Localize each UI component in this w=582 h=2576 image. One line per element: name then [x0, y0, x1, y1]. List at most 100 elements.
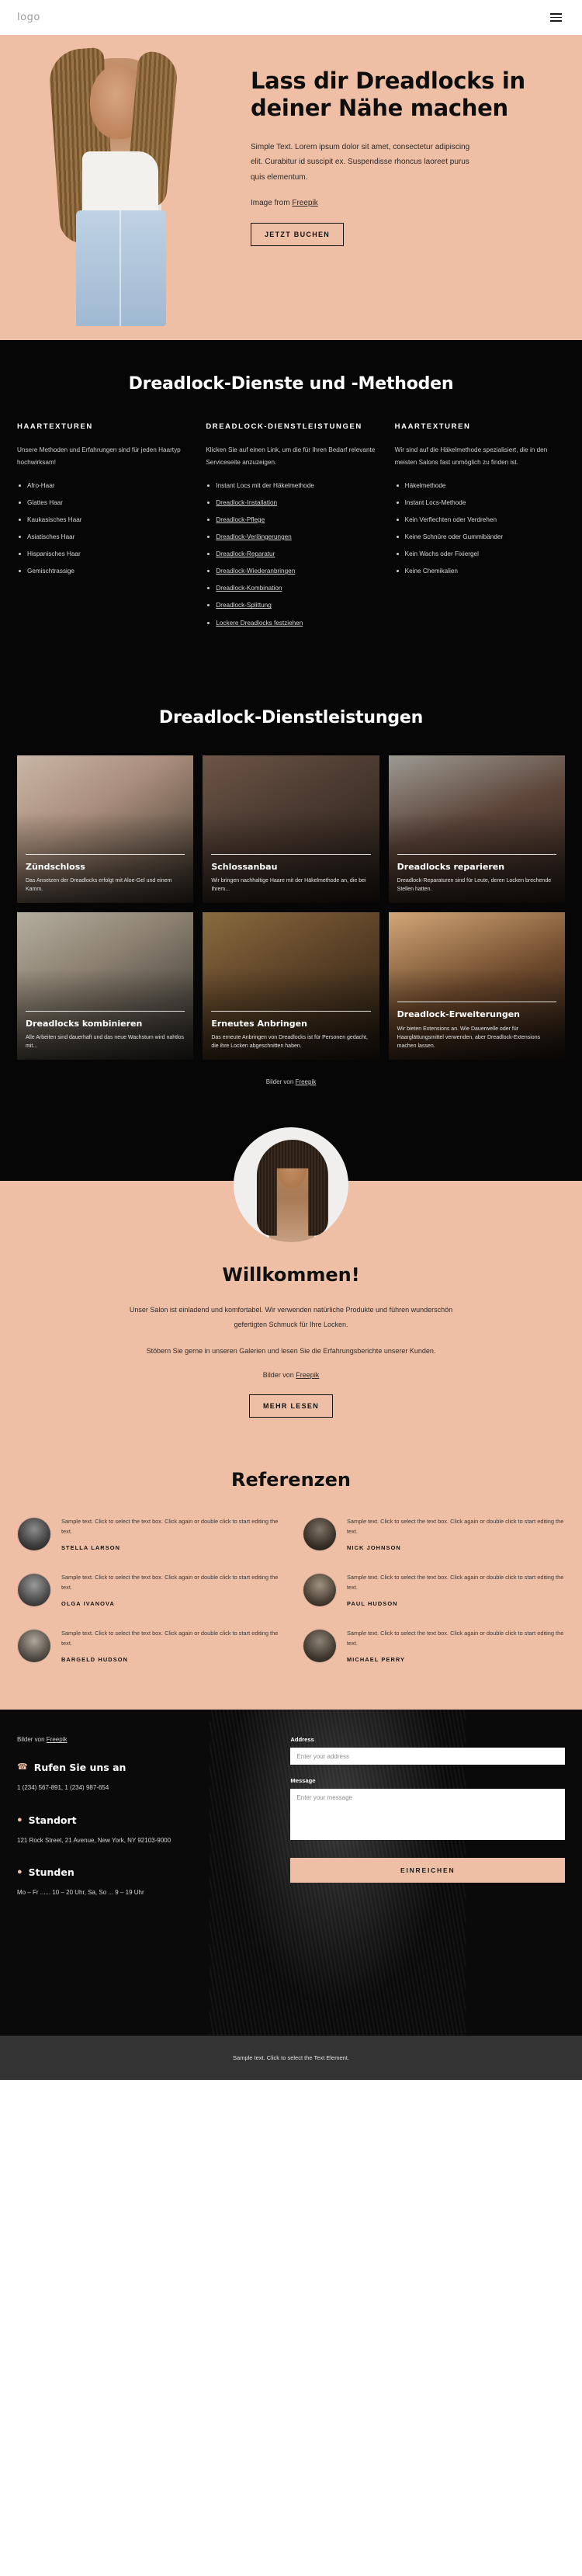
- list-item[interactable]: Dreadlock-Reparatur: [206, 549, 376, 559]
- column-heading: HAARTEXTUREN: [17, 422, 93, 431]
- card-title: Schlossanbau: [211, 861, 278, 872]
- service-link-kombination[interactable]: Dreadlock-Kombination: [216, 585, 282, 592]
- welcome-credit-link[interactable]: Freepik: [296, 1371, 319, 1379]
- methods-columns: HAARTEXTUREN Unsere Methoden und Erfahru…: [0, 422, 582, 674]
- contact-phone-header: ☎ Rufen Sie uns an: [17, 1762, 270, 1773]
- card-description: Dreadlock-Reparaturen sind für Leute, de…: [397, 878, 552, 893]
- gallery-credit-prefix: Bilder von: [265, 1078, 296, 1085]
- logo[interactable]: logo: [17, 12, 40, 23]
- submit-button[interactable]: EINREICHEN: [290, 1858, 565, 1883]
- list-item-label: Kein Wachs oder Fixiergel: [404, 550, 479, 558]
- list-item-label: Instant Locs-Methode: [404, 498, 466, 506]
- hero-book-now-button[interactable]: JETZT BUCHEN: [251, 223, 345, 247]
- contact-hours-block: ● Stunden Mo – Fr ...... 10 – 20 Uhr, Sa…: [17, 1866, 270, 1898]
- methods-column-services: DREADLOCK-DIENSTLEISTUNGEN Klicken Sie a…: [206, 422, 376, 635]
- gallery-section: Dreadlock-Dienstleistungen Zündschloss D…: [0, 673, 582, 1124]
- list-item[interactable]: Dreadlock-Pflege: [206, 515, 376, 525]
- gallery-row-1: Zündschloss Das Ansetzen der Dreadlocks …: [17, 755, 565, 903]
- card-caption: Dreadlocks reparieren Dreadlock-Reparatu…: [397, 853, 556, 894]
- hamburger-menu-icon[interactable]: [547, 10, 565, 25]
- welcome-credit: Bilder von Freepik: [17, 1371, 565, 1379]
- contact-hours-value: Mo – Fr ...... 10 – 20 Uhr, Sa, So ... 9…: [17, 1889, 144, 1897]
- card-rule: [26, 853, 185, 855]
- testimonial-quote: Sample text. Click to select the text bo…: [61, 1630, 279, 1647]
- service-link-festziehen[interactable]: Lockere Dreadlocks festziehen: [216, 620, 303, 627]
- card-description: Wir bieten Extensions an. Wie Dauerwelle…: [397, 1026, 541, 1050]
- contact-credit-prefix: Bilder von: [17, 1736, 47, 1744]
- list-item[interactable]: Dreadlock-Splittung: [206, 600, 376, 610]
- list-item: Keine Chemikalien: [395, 566, 565, 576]
- photo-shape-jeans: [75, 210, 166, 326]
- list-item-label: Gemischtrassige: [27, 568, 74, 575]
- gallery-card-schlossanbau[interactable]: Schlossanbau Wir bringen nachhaltige Haa…: [203, 755, 379, 903]
- avatar: [303, 1573, 337, 1608]
- contact-location-value: 121 Rock Street, 21 Avenue, New York, NY…: [17, 1836, 171, 1844]
- list-item-label: Instant Locs mit der Häkelmethode: [216, 481, 314, 489]
- list-item: Instant Locs mit der Häkelmethode: [206, 481, 376, 491]
- address-field-label: Address: [290, 1736, 314, 1744]
- card-caption: Dreadlocks kombinieren Alle Arbeiten sin…: [26, 1010, 185, 1051]
- testimonial-item: Sample text. Click to select the text bo…: [17, 1573, 279, 1608]
- welcome-paragraph-2: Stöbern Sie gerne in unseren Galerien un…: [146, 1347, 436, 1356]
- contact-form-column: Address Message EINREICHEN: [290, 1736, 565, 1918]
- service-link-splittung[interactable]: Dreadlock-Splittung: [216, 602, 271, 609]
- hero-image-column: [0, 35, 244, 326]
- column-list: Instant Locs mit der Häkelmethode Dreadl…: [206, 481, 376, 628]
- hero-credit-prefix: Image from: [251, 199, 293, 208]
- message-textarea[interactable]: [290, 1789, 565, 1841]
- testimonial-body: Sample text. Click to select the text bo…: [347, 1517, 565, 1551]
- avatar: [17, 1517, 51, 1552]
- column-heading: DREADLOCK-DIENSTLEISTUNGEN: [206, 422, 362, 431]
- footer-bar: Sample text. Click to select the Text El…: [0, 2036, 582, 2081]
- avatar-photo: [303, 1574, 336, 1607]
- list-item: Kaukasisches Haar: [17, 515, 187, 525]
- testimonial-quote: Sample text. Click to select the text bo…: [347, 1574, 564, 1592]
- welcome-read-more-button[interactable]: MEHR LESEN: [248, 1394, 333, 1418]
- hero-credit-link[interactable]: Freepik: [292, 199, 317, 207]
- service-link-wiederanbringen[interactable]: Dreadlock-Wiederanbringen: [216, 568, 295, 575]
- list-item[interactable]: Lockere Dreadlocks festziehen: [206, 618, 376, 628]
- contact-phone-value: 1 (234) 567-891, 1 (234) 987-654: [17, 1784, 109, 1792]
- column-paragraph: Unsere Methoden und Erfahrungen sind für…: [17, 446, 181, 467]
- card-rule: [26, 1010, 185, 1012]
- card-description: Das erneute Anbringen von Dreadlocks ist…: [211, 1035, 368, 1050]
- list-item-label: Keine Schnüre oder Gummibänder: [404, 533, 504, 540]
- service-link-installation[interactable]: Dreadlock-Installation: [216, 499, 277, 506]
- contact-location-block: ● Standort 121 Rock Street, 21 Avenue, N…: [17, 1814, 270, 1846]
- methods-column-hair-textures-2: HAARTEXTUREN Wir sind auf die Häkelmetho…: [395, 422, 565, 635]
- list-item: Glattes Haar: [17, 498, 187, 508]
- gallery-card-dreadlocks-reparieren[interactable]: Dreadlocks reparieren Dreadlock-Reparatu…: [388, 755, 565, 903]
- list-item[interactable]: Dreadlock-Installation: [206, 498, 376, 508]
- gallery-card-dreadlock-erweiterungen[interactable]: Dreadlock-Erweiterungen Wir bieten Exten…: [388, 911, 565, 1060]
- hero-title: Lass dir Dreadlocks in deiner Nähe mache…: [251, 68, 525, 122]
- list-item[interactable]: Dreadlock-Kombination: [206, 583, 376, 593]
- list-item: Instant Locs-Methode: [395, 498, 565, 508]
- gallery-card-dreadlocks-kombinieren[interactable]: Dreadlocks kombinieren Alle Arbeiten sin…: [17, 911, 194, 1060]
- contact-credit-link[interactable]: Freepik: [47, 1736, 68, 1743]
- address-input[interactable]: [290, 1748, 565, 1765]
- gallery-title: Dreadlock-Dienstleistungen: [158, 707, 424, 727]
- hero-photo-woman-with-dreadlocks: [45, 35, 200, 326]
- card-title: Dreadlocks reparieren: [397, 861, 505, 872]
- welcome-paragraph-1: Unser Salon ist einladend und komfortabe…: [129, 1305, 453, 1328]
- testimonial-quote: Sample text. Click to select the text bo…: [347, 1518, 564, 1536]
- testimonial-body: Sample text. Click to select the text bo…: [61, 1517, 279, 1551]
- card-rule: [211, 1010, 371, 1012]
- service-link-verlaengerungen[interactable]: Dreadlock-Verlängerungen: [216, 533, 291, 540]
- list-item[interactable]: Dreadlock-Verlängerungen: [206, 532, 376, 542]
- phone-icon: ☎: [17, 1762, 28, 1772]
- avatar: [303, 1517, 337, 1552]
- welcome-title: Willkommen!: [222, 1263, 360, 1286]
- testimonial-author: STELLA LARSON: [61, 1544, 121, 1552]
- testimonial-author: BARGELD HUDSON: [61, 1656, 129, 1664]
- gallery-card-zuendschloss[interactable]: Zündschloss Das Ansetzen der Dreadlocks …: [17, 755, 194, 903]
- list-item-label: Keine Chemikalien: [404, 568, 458, 575]
- service-link-reparatur[interactable]: Dreadlock-Reparatur: [216, 550, 275, 557]
- service-link-pflege[interactable]: Dreadlock-Pflege: [216, 516, 265, 523]
- testimonial-item: Sample text. Click to select the text bo…: [303, 1573, 565, 1608]
- testimonial-body: Sample text. Click to select the text bo…: [61, 1573, 279, 1607]
- list-item[interactable]: Dreadlock-Wiederanbringen: [206, 566, 376, 576]
- card-description: Alle Arbeiten sind dauerhaft und das neu…: [26, 1035, 185, 1050]
- gallery-card-erneutes-anbringen[interactable]: Erneutes Anbringen Das erneute Anbringen…: [203, 911, 379, 1060]
- gallery-credit-link[interactable]: Freepik: [296, 1078, 317, 1085]
